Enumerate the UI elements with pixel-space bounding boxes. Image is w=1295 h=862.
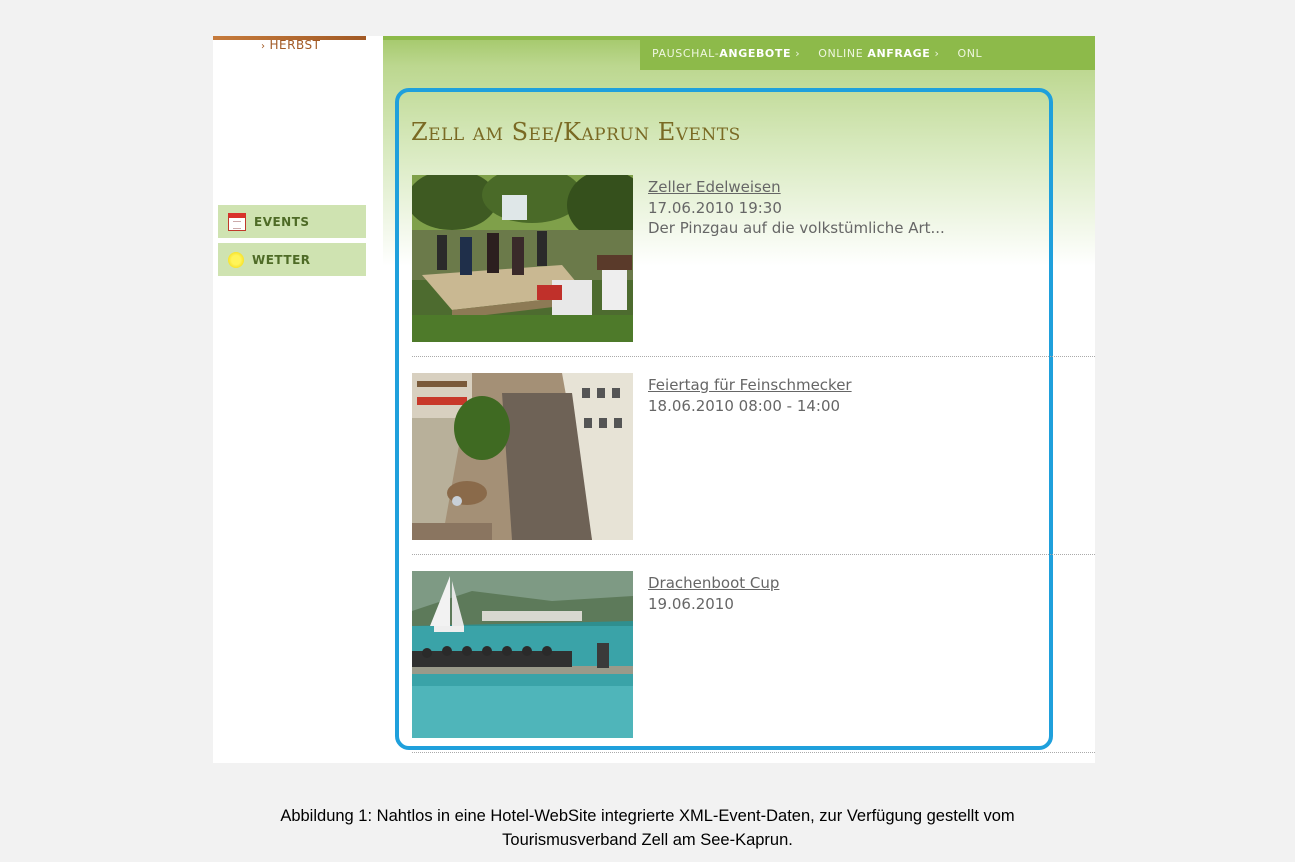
event-text: Zeller Edelweisen 17.06.2010 19:30 Der P… <box>648 177 945 238</box>
nav-item-online-truncated[interactable]: ONL <box>957 47 982 60</box>
event-separator <box>412 356 1095 357</box>
caption-line: Tourismusverband Zell am See-Kaprun. <box>502 831 793 849</box>
event-date: 18.06.2010 08:00 - 14:00 <box>648 397 841 415</box>
event-photo-town-square[interactable] <box>412 373 633 540</box>
event-title-link[interactable]: Zeller Edelweisen <box>648 177 945 197</box>
event-description: Der Pinzgau auf die volkstümliche Art... <box>648 219 945 237</box>
event-photo-folk-dance[interactable] <box>412 175 633 342</box>
sun-icon <box>228 251 244 268</box>
calendar-icon <box>228 212 246 231</box>
main-content: PAUSCHAL-ANGEBOTE › ONLINE ANFRAGE › ONL… <box>383 36 1095 763</box>
page-title: Zell am See/Kaprun Events <box>411 118 741 146</box>
event-separator <box>412 752 1095 753</box>
sidebar-item-wetter[interactable]: WETTER <box>218 243 366 276</box>
top-nav: PAUSCHAL-ANGEBOTE › ONLINE ANFRAGE › ONL <box>640 36 1095 70</box>
nav-link-herbst[interactable]: › HERBST <box>261 38 320 52</box>
chevron-right-icon: › <box>934 46 940 60</box>
event-title-link[interactable]: Feiertag für Feinschmecker <box>648 375 852 395</box>
chevron-right-icon: › <box>261 41 266 52</box>
event-title-link[interactable]: Drachenboot Cup <box>648 573 779 593</box>
nav-item-pauschal-angebote[interactable]: PAUSCHAL-ANGEBOTE › <box>652 47 800 60</box>
event-date: 19.06.2010 <box>648 595 734 613</box>
caption-line: Abbildung 1: Nahtlos in eine Hotel-WebSi… <box>280 807 1015 825</box>
sidebar-item-label: WETTER <box>252 252 311 267</box>
website-screenshot: › HERBST EVENTS WETTER PAUSCHAL-ANGEBOTE … <box>213 36 1095 763</box>
chevron-right-icon: › <box>795 46 801 60</box>
event-text: Drachenboot Cup 19.06.2010 <box>648 573 779 614</box>
figure-caption: Abbildung 1: Nahtlos in eine Hotel-WebSi… <box>0 804 1295 852</box>
event-text: Feiertag für Feinschmecker 18.06.2010 08… <box>648 375 852 416</box>
sidebar-item-events[interactable]: EVENTS <box>218 205 366 238</box>
nav-item-online-anfrage[interactable]: ONLINE ANFRAGE › <box>818 47 939 60</box>
event-separator <box>412 554 1095 555</box>
left-column: › HERBST EVENTS WETTER <box>213 36 383 763</box>
event-date: 17.06.2010 19:30 <box>648 199 782 217</box>
sidebar-item-label: EVENTS <box>254 214 310 229</box>
event-photo-dragon-boat[interactable] <box>412 571 633 738</box>
